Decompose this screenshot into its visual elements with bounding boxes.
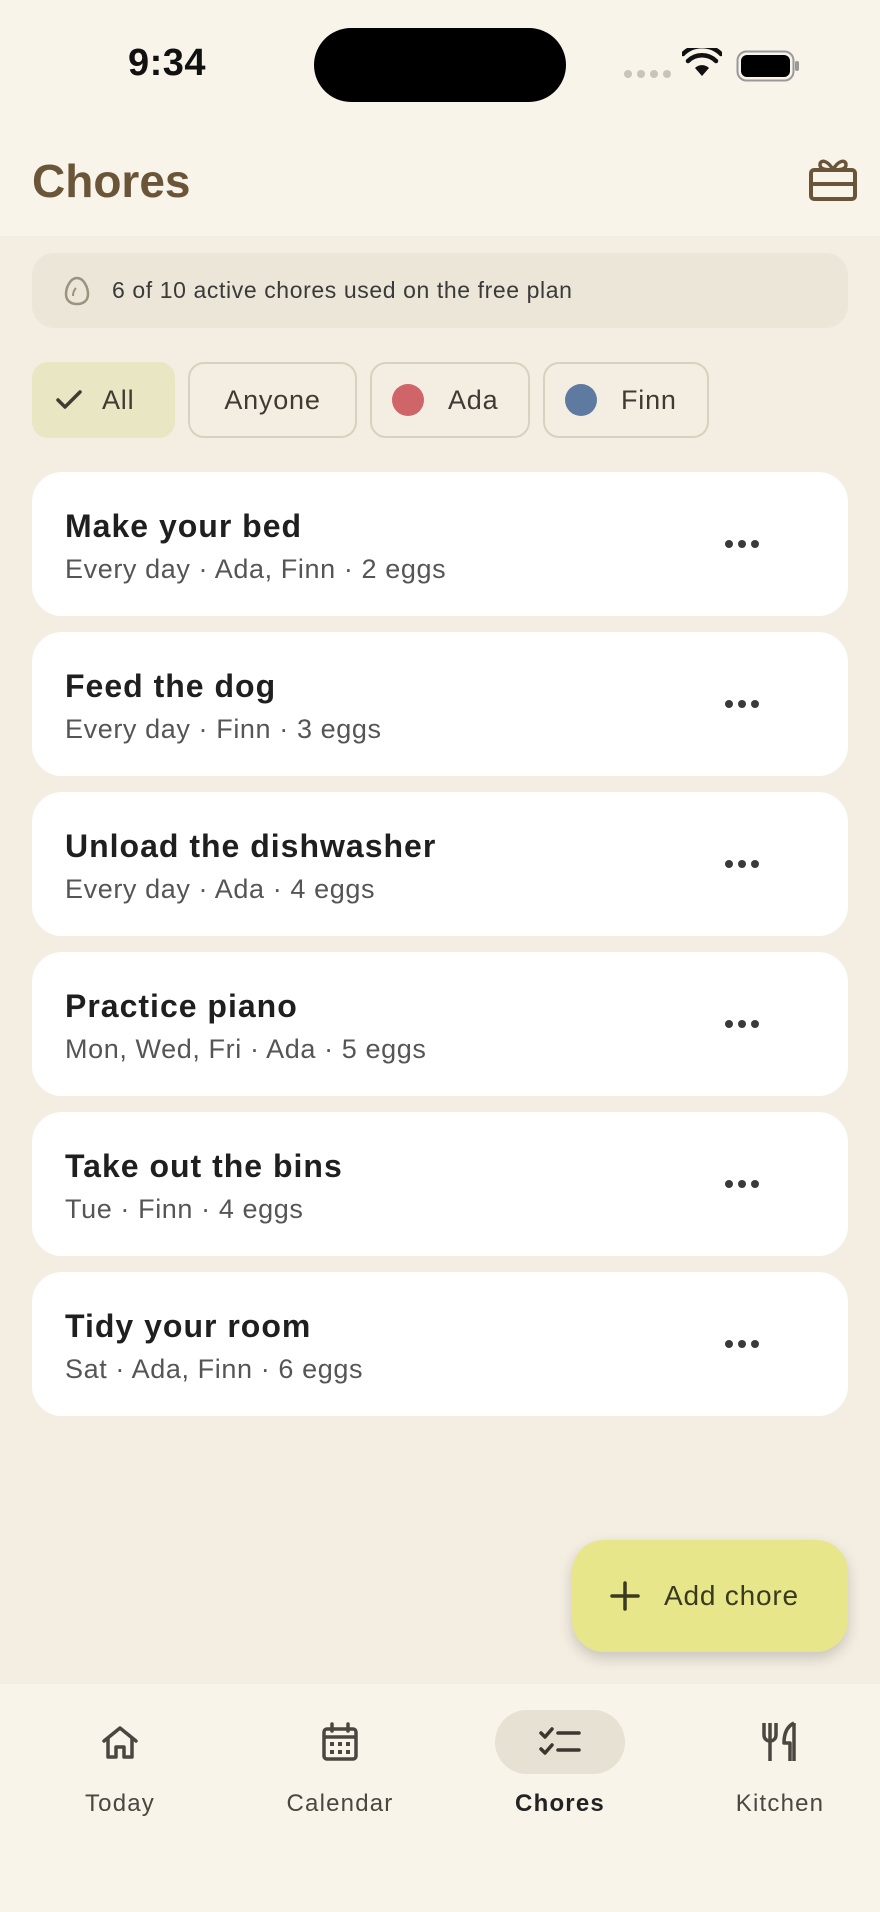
plan-usage-text: 6 of 10 active chores used on the free p… [112, 277, 573, 303]
nav-pill [55, 1710, 185, 1774]
nav-tab-today[interactable]: Today [0, 1710, 220, 1830]
more-options-icon[interactable] [717, 1004, 767, 1044]
chore-meta: Every day · Ada · 4 eggs [65, 874, 376, 904]
chore-meta: Every day · Ada, Finn · 2 eggs [65, 554, 447, 584]
nav-pill [275, 1710, 405, 1774]
more-options-icon[interactable] [717, 844, 767, 884]
more-options-icon[interactable] [717, 684, 767, 724]
checklist-icon [539, 1727, 581, 1755]
page-title: Chores [32, 155, 191, 207]
chore-card[interactable]: Unload the dishwasher Every day · Ada · … [32, 792, 848, 936]
plan-usage-banner: 6 of 10 active chores used on the free p… [32, 253, 848, 328]
filter-chip-ada[interactable]: Ada [370, 362, 530, 438]
dynamic-island [314, 28, 566, 102]
chore-meta: Sat · Ada, Finn · 6 eggs [65, 1354, 364, 1384]
nav-label: Chores [515, 1790, 605, 1817]
avatar-dot [392, 384, 424, 416]
chore-meta: Tue · Finn · 4 eggs [65, 1194, 304, 1224]
chore-card[interactable]: Take out the bins Tue · Finn · 4 eggs [32, 1112, 848, 1256]
filter-chip-label: Finn [621, 384, 677, 415]
nav-tab-chores[interactable]: Chores [440, 1710, 660, 1830]
fork-knife-icon [762, 1721, 796, 1761]
filter-chip-finn[interactable]: Finn [543, 362, 709, 438]
filter-chip-label: All [102, 384, 135, 415]
check-icon [56, 390, 82, 409]
nav-label: Today [84, 1790, 156, 1817]
home-icon [102, 1726, 138, 1759]
chore-title: Make your bed [65, 508, 303, 544]
wifi-icon [682, 48, 722, 76]
chore-meta: Every day · Finn · 3 eggs [65, 714, 382, 744]
battery-icon [736, 50, 799, 82]
assignee-filter-chips: All Anyone Ada Finn [32, 362, 709, 438]
chore-title: Unload the dishwasher [65, 828, 437, 864]
add-chore-label: Add chore [664, 1580, 799, 1611]
more-options-icon[interactable] [717, 1324, 767, 1364]
bottom-navigation: Today Calendar Chores Kitchen [0, 1684, 880, 1912]
chore-title: Practice piano [65, 988, 298, 1024]
nav-pill [715, 1710, 845, 1774]
filter-chip-all[interactable]: All [32, 362, 175, 438]
plus-icon [610, 1581, 640, 1611]
more-options-icon[interactable] [717, 1164, 767, 1204]
chore-card[interactable]: Make your bed Every day · Ada, Finn · 2 … [32, 472, 848, 616]
more-options-icon[interactable] [717, 524, 767, 564]
nav-pill [495, 1710, 625, 1774]
nav-tab-calendar[interactable]: Calendar [220, 1710, 440, 1830]
nav-tab-kitchen[interactable]: Kitchen [660, 1710, 880, 1830]
nav-label: Kitchen [735, 1790, 825, 1817]
chore-card[interactable]: Feed the dog Every day · Finn · 3 eggs [32, 632, 848, 776]
filter-chip-label: Anyone [224, 384, 321, 415]
chore-card[interactable]: Practice piano Mon, Wed, Fri · Ada · 5 e… [32, 952, 848, 1096]
gift-icon[interactable] [808, 156, 858, 202]
status-time: 9:34 [128, 42, 207, 84]
filter-chip-anyone[interactable]: Anyone [188, 362, 357, 438]
chore-card[interactable]: Tidy your room Sat · Ada, Finn · 6 eggs [32, 1272, 848, 1416]
egg-icon [64, 276, 90, 305]
chore-title: Feed the dog [65, 668, 277, 704]
chore-meta: Mon, Wed, Fri · Ada · 5 eggs [65, 1034, 427, 1064]
chore-list: Make your bed Every day · Ada, Finn · 2 … [32, 472, 848, 1432]
nav-label: Calendar [286, 1790, 394, 1817]
chore-title: Take out the bins [65, 1148, 343, 1184]
avatar-dot [565, 384, 597, 416]
add-chore-button[interactable]: Add chore [572, 1540, 848, 1652]
calendar-icon [322, 1722, 358, 1761]
chore-title: Tidy your room [65, 1308, 312, 1344]
cellular-signal-icon [624, 70, 671, 78]
filter-chip-label: Ada [448, 384, 499, 415]
